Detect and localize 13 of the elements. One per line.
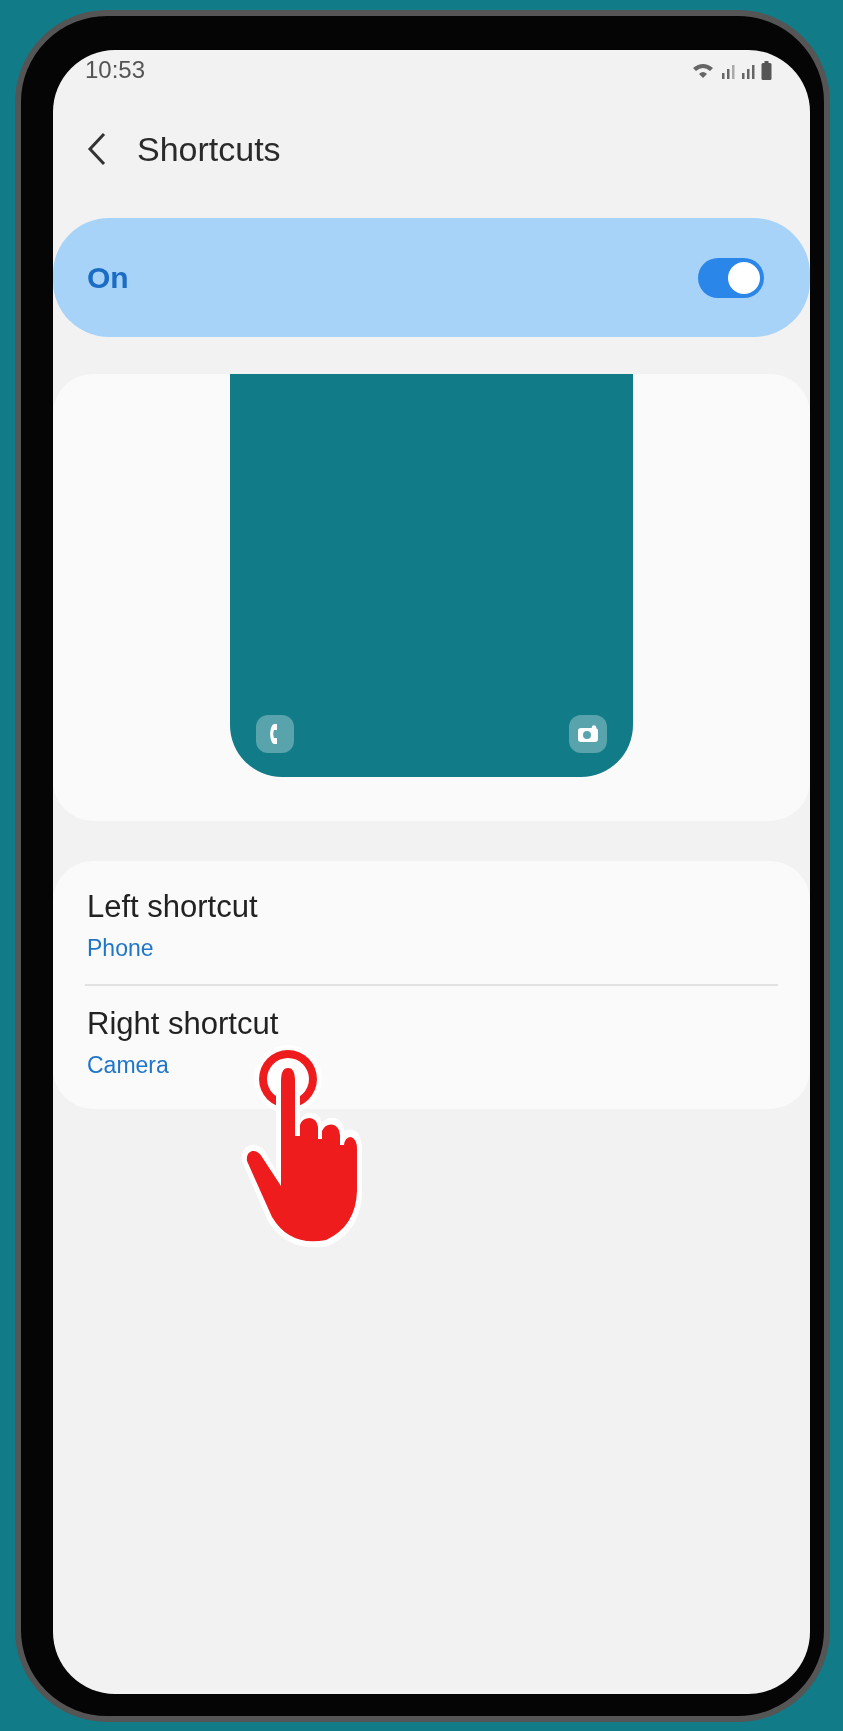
toggle-switch[interactable] xyxy=(698,257,764,298)
shortcut-value: Phone xyxy=(87,935,155,962)
status-time: 10:53 xyxy=(85,56,146,84)
shortcut-title: Left shortcut xyxy=(87,889,259,925)
shortcut-row[interactable]: Right shortcut Camera xyxy=(53,986,810,1101)
switch-label: On xyxy=(87,260,129,295)
page-title: Shortcuts xyxy=(137,129,281,169)
back-button[interactable] xyxy=(87,132,107,166)
shortcut-title: Right shortcut xyxy=(87,1006,280,1042)
battery-icon xyxy=(761,60,772,80)
shortcut-row[interactable]: Left shortcut Phone xyxy=(53,869,810,984)
shortcut-value: Camera xyxy=(87,1052,170,1079)
camera-icon xyxy=(577,725,599,743)
